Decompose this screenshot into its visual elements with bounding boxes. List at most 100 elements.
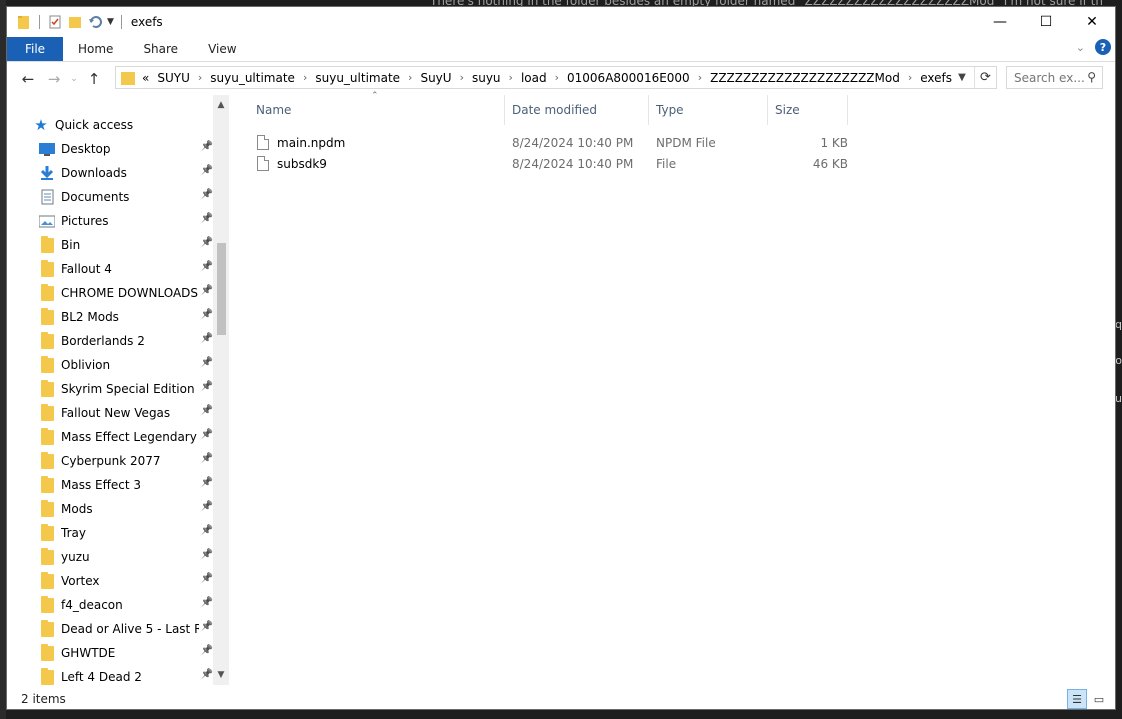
quick-access-item[interactable]: ★ Quick access — [7, 113, 213, 137]
refresh-icon[interactable]: ⟳ — [974, 67, 996, 88]
breadcrumb-separator[interactable]: › — [555, 71, 559, 84]
nav-item[interactable]: Downloads 📌 — [7, 161, 213, 185]
breadcrumb-item[interactable]: exefs — [920, 71, 952, 85]
pin-icon[interactable]: 📌 — [201, 525, 213, 536]
nav-item[interactable]: Mass Effect Legendary Edi📌 — [7, 425, 213, 449]
file-name-cell[interactable]: subsdk9 — [257, 153, 327, 174]
breadcrumb-item[interactable]: SuyU — [420, 71, 451, 85]
breadcrumb-item[interactable]: ZZZZZZZZZZZZZZZZZZZZMod — [710, 71, 900, 85]
expand-ribbon-icon[interactable]: ⌄ — [1076, 41, 1085, 54]
breadcrumb-separator[interactable]: › — [460, 71, 464, 84]
pin-icon[interactable]: 📌 — [201, 429, 213, 440]
address-dropdown-icon[interactable]: ▼ — [952, 67, 972, 88]
breadcrumb-separator[interactable]: › — [698, 71, 702, 84]
pin-icon[interactable]: 📌 — [201, 261, 213, 272]
nav-item[interactable]: Skyrim Special Edition 📌 — [7, 377, 213, 401]
scroll-thumb[interactable] — [217, 243, 226, 335]
tab-file[interactable]: File — [7, 37, 63, 61]
pin-icon[interactable]: 📌 — [201, 477, 213, 488]
file-name-cell[interactable]: main.npdm — [257, 132, 345, 153]
tab-view[interactable]: View — [193, 37, 251, 61]
scroll-up-icon[interactable]: ▲ — [213, 97, 229, 113]
up-arrow-icon[interactable]: ↑ — [83, 70, 105, 88]
file-row[interactable]: subsdk9 8/24/2024 10:40 PM File 46 KB — [237, 153, 1115, 174]
nav-item[interactable]: BL2 Mods 📌 — [7, 305, 213, 329]
pin-icon[interactable]: 📌 — [201, 285, 213, 296]
pin-icon[interactable]: 📌 — [201, 453, 213, 464]
pin-icon[interactable]: 📌 — [201, 573, 213, 584]
breadcrumb-separator[interactable]: › — [509, 71, 513, 84]
pin-icon[interactable]: 📌 — [201, 333, 213, 344]
forward-arrow-icon[interactable]: → — [43, 70, 65, 88]
pin-icon[interactable]: 📌 — [201, 141, 213, 152]
breadcrumb-item[interactable]: suyu_ultimate — [210, 71, 295, 85]
pin-icon[interactable]: 📌 — [201, 357, 213, 368]
minimize-button[interactable]: — — [977, 7, 1023, 37]
breadcrumb-item[interactable]: 01006A800016E000 — [567, 71, 690, 85]
breadcrumb-separator[interactable]: › — [303, 71, 307, 84]
undo-icon[interactable] — [87, 14, 103, 30]
pin-icon[interactable]: 📌 — [201, 669, 213, 680]
nav-item[interactable]: GHWTDE 📌 — [7, 641, 213, 665]
nav-item[interactable]: Borderlands 2 📌 — [7, 329, 213, 353]
maximize-button[interactable]: ☐ — [1023, 7, 1069, 37]
nav-item[interactable]: Mass Effect 3 📌 — [7, 473, 213, 497]
address-bar[interactable]: « SUYU › suyu_ultimate › suyu_ultimate ›… — [115, 66, 997, 89]
search-box[interactable]: ⚲ — [1006, 66, 1103, 89]
breadcrumb-item[interactable]: load — [521, 71, 547, 85]
nav-item[interactable]: Fallout 4 📌 — [7, 257, 213, 281]
new-folder-icon[interactable] — [67, 14, 83, 30]
details-view-icon[interactable]: ☰ — [1067, 689, 1087, 709]
pin-icon[interactable]: 📌 — [201, 309, 213, 320]
file-row[interactable]: main.npdm 8/24/2024 10:40 PM NPDM File 1 KB — [237, 132, 1115, 153]
pin-icon[interactable]: 📌 — [201, 165, 213, 176]
nav-item[interactable]: Documents 📌 — [7, 185, 213, 209]
nav-item[interactable]: Pictures 📌 — [7, 209, 213, 233]
pin-icon[interactable]: 📌 — [201, 621, 213, 632]
nav-item[interactable]: Desktop 📌 — [7, 137, 213, 161]
nav-item[interactable]: CHROME DOWNLOADS 📌 — [7, 281, 213, 305]
nav-item[interactable]: Bin 📌 — [7, 233, 213, 257]
pin-icon[interactable]: 📌 — [201, 549, 213, 560]
pin-icon[interactable]: 📌 — [201, 237, 213, 248]
pin-icon[interactable]: 📌 — [201, 501, 213, 512]
nav-item[interactable]: Mods 📌 — [7, 497, 213, 521]
nav-item[interactable]: f4_deacon 📌 — [7, 593, 213, 617]
large-icons-view-icon[interactable]: ▭ — [1089, 689, 1109, 709]
nav-item[interactable]: Left 4 Dead 2 📌 — [7, 665, 213, 685]
pin-icon[interactable]: 📌 — [201, 597, 213, 608]
search-input[interactable] — [1014, 70, 1084, 85]
column-type[interactable]: Type — [649, 95, 768, 125]
tab-home[interactable]: Home — [63, 37, 128, 61]
breadcrumb-item[interactable]: suyu — [472, 71, 501, 85]
customize-toolbar-icon[interactable]: ▼ — [107, 17, 114, 27]
pin-icon[interactable]: 📌 — [201, 189, 213, 200]
nav-item[interactable]: Cyberpunk 2077 📌 — [7, 449, 213, 473]
nav-item[interactable]: yuzu 📌 — [7, 545, 213, 569]
nav-item[interactable]: Vortex 📌 — [7, 569, 213, 593]
column-name[interactable]: Name — [249, 95, 505, 125]
back-arrow-icon[interactable]: ← — [17, 70, 39, 88]
breadcrumb-separator[interactable]: › — [198, 71, 202, 84]
properties-icon[interactable] — [47, 14, 63, 30]
nav-item[interactable]: Fallout New Vegas 📌 — [7, 401, 213, 425]
breadcrumb-separator[interactable]: › — [908, 71, 912, 84]
pin-icon[interactable]: 📌 — [201, 213, 213, 224]
column-date-modified[interactable]: Date modified — [505, 95, 649, 125]
pin-icon[interactable]: 📌 — [201, 405, 213, 416]
breadcrumb-overflow[interactable]: « — [142, 71, 149, 85]
nav-item[interactable]: Tray 📌 — [7, 521, 213, 545]
pin-icon[interactable]: 📌 — [201, 381, 213, 392]
nav-scrollbar[interactable]: ▲ ▼ — [213, 95, 229, 685]
column-size[interactable]: Size — [768, 95, 848, 125]
nav-item[interactable]: Dead or Alive 5 - Last Rou📌 — [7, 617, 213, 641]
breadcrumb-separator[interactable]: › — [408, 71, 412, 84]
help-icon[interactable]: ? — [1095, 39, 1111, 55]
breadcrumb-item[interactable]: suyu_ultimate — [315, 71, 400, 85]
close-button[interactable]: ✕ — [1069, 7, 1115, 37]
scroll-down-icon[interactable]: ▼ — [213, 667, 229, 683]
tab-share[interactable]: Share — [128, 37, 193, 61]
pin-icon[interactable]: 📌 — [201, 645, 213, 656]
nav-item[interactable]: Oblivion 📌 — [7, 353, 213, 377]
recent-locations-icon[interactable]: ⌄ — [69, 74, 79, 84]
